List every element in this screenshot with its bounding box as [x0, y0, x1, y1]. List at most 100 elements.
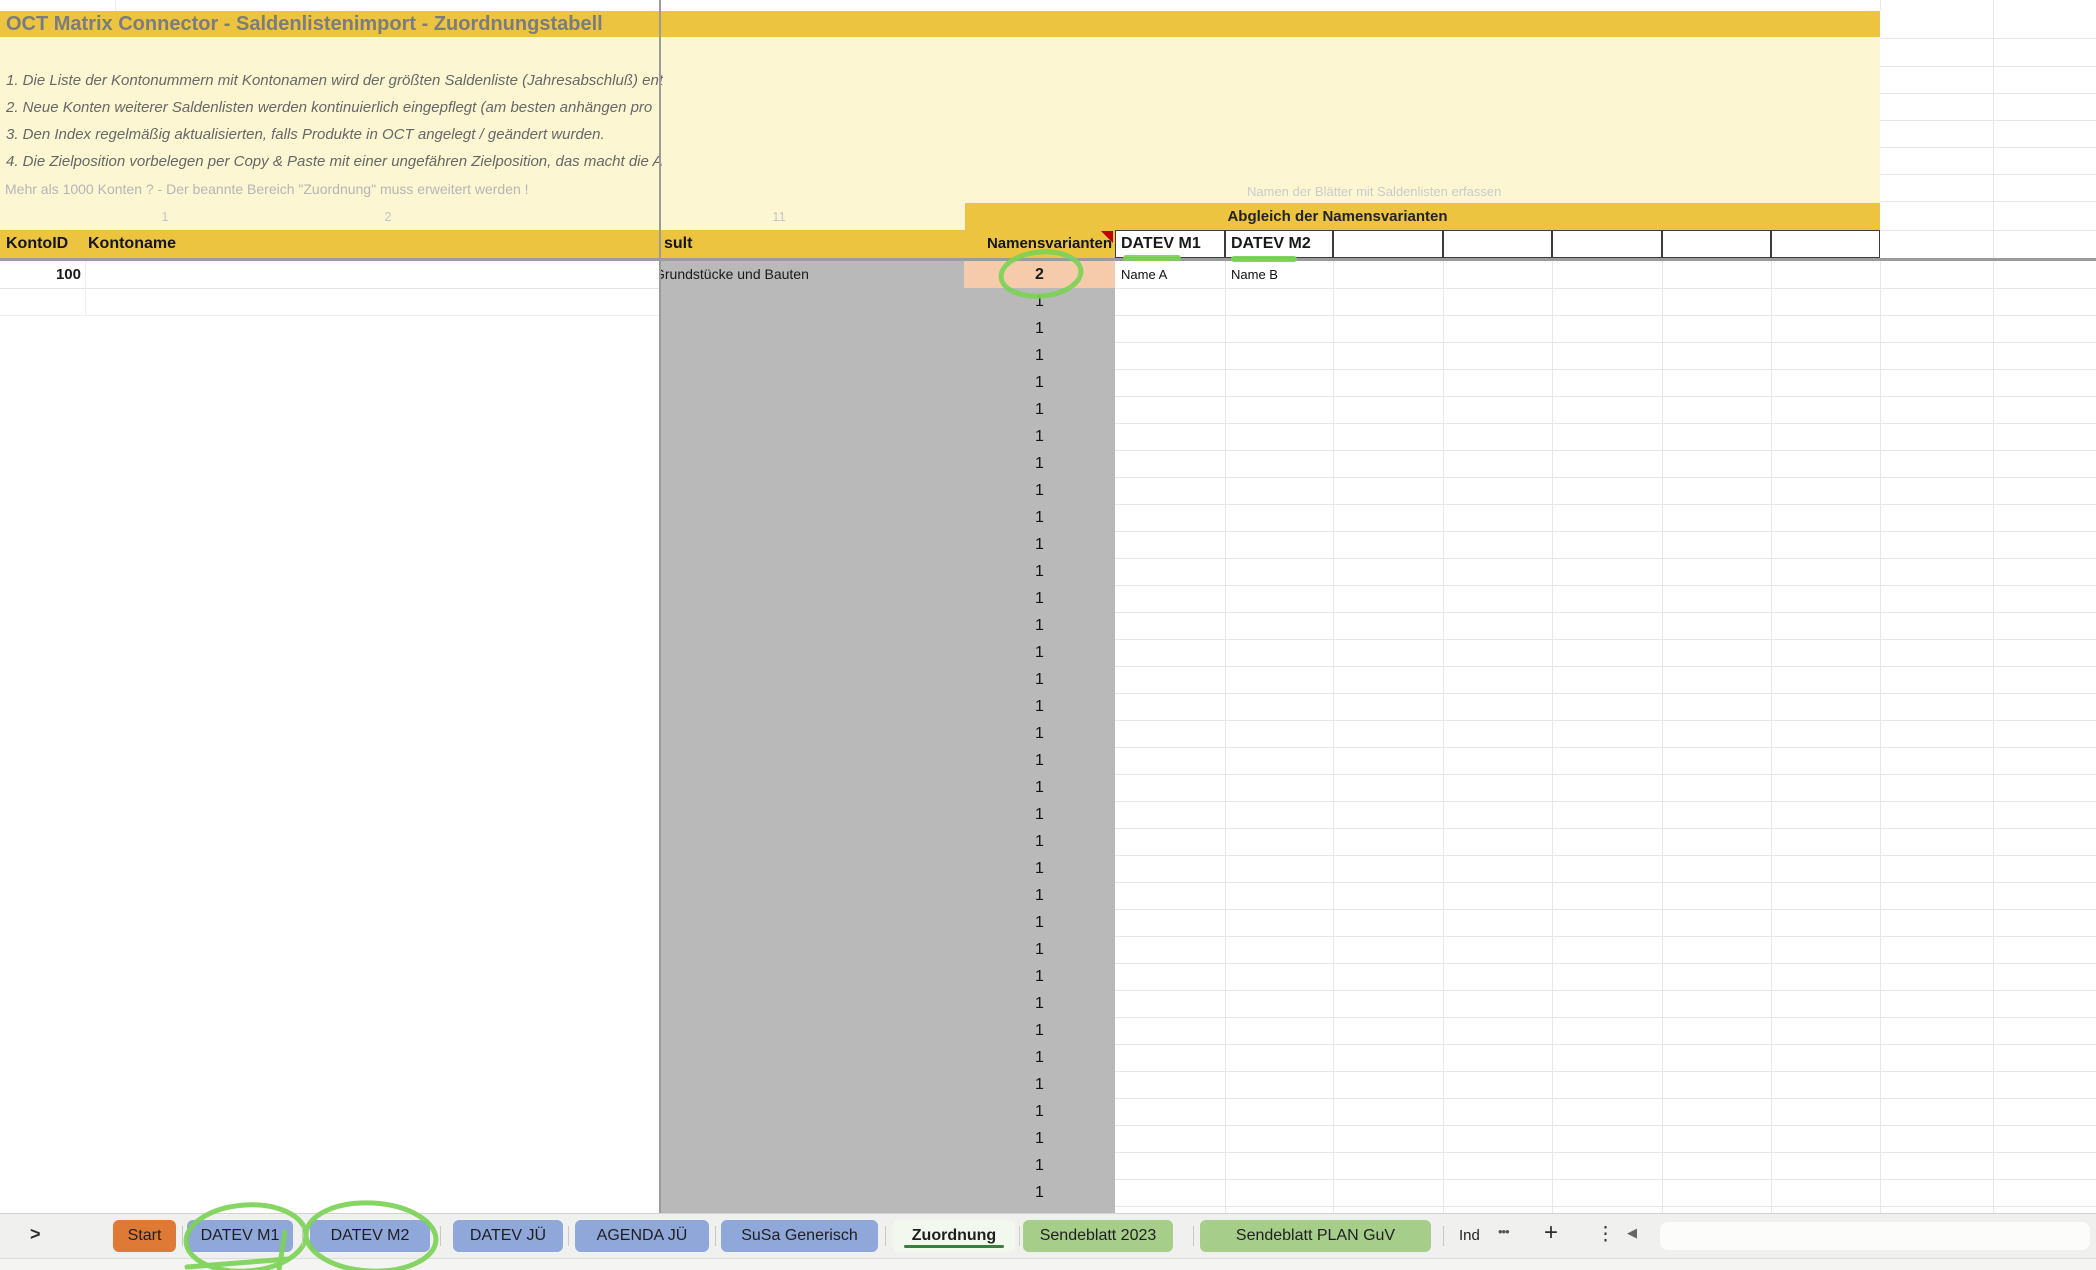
cell-result-row1[interactable]: Grundstücke und Bauten	[661, 261, 964, 288]
tab-separator	[1019, 1226, 1020, 1246]
freeze-pane-horizontal-divider[interactable]	[0, 258, 2096, 261]
cell-namensvarianten-count[interactable]: 1	[964, 1044, 1115, 1071]
cell-namensvarianten-row1[interactable]: 2	[964, 261, 1115, 288]
header-empty-cell[interactable]	[1662, 230, 1771, 258]
scroll-left-icon[interactable]: ◀	[1627, 1225, 1637, 1241]
cell-namensvarianten-count[interactable]: 1	[964, 1206, 1115, 1213]
sheet-tab-sendeblatt-plan-guv[interactable]: Sendeblatt PLAN GuV	[1200, 1220, 1431, 1252]
cell-namensvarianten-count[interactable]: 1	[964, 1071, 1115, 1098]
gridline	[1115, 801, 2096, 802]
cell-namensvarianten-count[interactable]: 1	[964, 477, 1115, 504]
cell-namensvarianten-count[interactable]: 1	[964, 342, 1115, 369]
cell-namensvarianten-count[interactable]: 1	[964, 909, 1115, 936]
cell-namensvarianten-count[interactable]: 1	[964, 423, 1115, 450]
gridline	[1880, 230, 2096, 231]
cell-namensvarianten-count[interactable]: 1	[964, 882, 1115, 909]
namensvarianten-count-column: 11111111111111111111111111111111111	[964, 288, 1115, 1213]
sheets-hint-text: Namen der Blätter mit Saldenlisten erfas…	[1247, 184, 1501, 199]
tab-separator	[568, 1226, 569, 1246]
cell-namensvarianten-count[interactable]: 1	[964, 1017, 1115, 1044]
instruction-line-1: 1. Die Liste der Kontonummern mit Konton…	[6, 71, 663, 91]
header-empty-cell[interactable]	[1333, 230, 1443, 258]
header-result-clipped[interactable]: sult	[664, 230, 692, 258]
gridline	[1115, 909, 2096, 910]
gridline	[1880, 174, 2096, 175]
tab-scroll-chevron[interactable]: >	[30, 1224, 41, 1245]
sheet-tab-start[interactable]: Start	[113, 1220, 176, 1252]
gridline	[1115, 666, 2096, 667]
tab-separator	[302, 1226, 303, 1246]
gridline	[1880, 147, 2096, 148]
gridline	[1115, 1017, 2096, 1018]
cell-namensvarianten-count[interactable]: 1	[964, 990, 1115, 1017]
header-datev-m2[interactable]: DATEV M2	[1225, 230, 1333, 258]
sheet-tab-agenda-ju[interactable]: AGENDA JÜ	[575, 1220, 709, 1252]
cell-namensvarianten-count[interactable]: 1	[964, 1179, 1115, 1206]
cell-namensvarianten-count[interactable]: 1	[964, 315, 1115, 342]
cell-datev-m2-row1[interactable]: Name B	[1231, 261, 1278, 288]
more-sheets-icon[interactable]: •••	[1498, 1224, 1509, 1239]
header-kontoname[interactable]: Kontoname	[88, 230, 176, 258]
horizontal-scrollbar-thumb[interactable]	[1660, 1222, 2090, 1250]
cell-namensvarianten-count[interactable]: 1	[964, 855, 1115, 882]
cell-namensvarianten-count[interactable]: 1	[964, 504, 1115, 531]
sheet-tab-datev-m2[interactable]: DATEV M2	[310, 1220, 430, 1252]
cell-namensvarianten-count[interactable]: 1	[964, 531, 1115, 558]
cell-namensvarianten-count[interactable]: 1	[964, 369, 1115, 396]
band-abgleich-header: Abgleich der Namensvarianten	[965, 203, 1880, 230]
header-empty-cell[interactable]	[1552, 230, 1662, 258]
tab-separator	[1443, 1226, 1444, 1246]
cell-namensvarianten-count[interactable]: 1	[964, 747, 1115, 774]
cell-namensvarianten-count[interactable]: 1	[964, 1098, 1115, 1125]
gridline	[1115, 747, 2096, 748]
gridline	[1115, 936, 2096, 937]
sheet-tab-sendeblatt-2023[interactable]: Sendeblatt 2023	[1023, 1220, 1173, 1252]
tab-separator	[1193, 1226, 1194, 1246]
header-empty-cell[interactable]	[1443, 230, 1552, 258]
instruction-line-4: 4. Die Zielposition vorbelegen per Copy …	[6, 152, 663, 172]
gridline	[1115, 855, 2096, 856]
header-namensvarianten[interactable]: Namensvarianten	[964, 230, 1112, 258]
cell-namensvarianten-count[interactable]: 1	[964, 720, 1115, 747]
cell-namensvarianten-count[interactable]: 1	[964, 585, 1115, 612]
tab-separator	[715, 1226, 716, 1246]
cell-namensvarianten-count[interactable]: 1	[964, 558, 1115, 585]
gridline	[1115, 882, 2096, 883]
sheet-tab-susa-generisch[interactable]: SuSa Generisch	[721, 1220, 878, 1252]
cell-kontoid-100[interactable]: 100	[0, 261, 81, 288]
gridline	[1880, 201, 2096, 202]
sheet-tab-zuordnung-active[interactable]: Zuordnung	[893, 1220, 1015, 1252]
instruction-line-2: 2. Neue Konten weiterer Saldenlisten wer…	[6, 98, 663, 118]
sheet-tab-datev-m1[interactable]: DATEV M1	[187, 1220, 293, 1252]
cell-namensvarianten-count[interactable]: 1	[964, 828, 1115, 855]
sheet-tab-index-clipped[interactable]: Ind	[1459, 1220, 1493, 1252]
cell-namensvarianten-count[interactable]: 1	[964, 774, 1115, 801]
gridline	[1115, 1044, 2096, 1045]
header-kontoid[interactable]: KontoID	[6, 230, 68, 258]
gridline	[1880, 120, 2096, 121]
sheet-tab-datev-ju[interactable]: DATEV JÜ	[453, 1220, 563, 1252]
gridline	[1880, 38, 2096, 39]
cell-namensvarianten-count[interactable]: 1	[964, 612, 1115, 639]
gridline	[1115, 396, 2096, 397]
cell-namensvarianten-count[interactable]: 1	[964, 1125, 1115, 1152]
cell-namensvarianten-count[interactable]: 1	[964, 288, 1115, 315]
cell-namensvarianten-count[interactable]: 1	[964, 963, 1115, 990]
cell-namensvarianten-count[interactable]: 1	[964, 801, 1115, 828]
freeze-pane-vertical-divider[interactable]	[659, 0, 661, 1213]
gridline	[1880, 0, 1881, 11]
sheet-menu-icon[interactable]: ⋮	[1596, 1223, 1615, 1246]
column-marker-1: 1	[156, 209, 174, 224]
header-empty-cell[interactable]	[1771, 230, 1880, 258]
header-datev-m1[interactable]: DATEV M1	[1115, 230, 1225, 258]
add-sheet-icon[interactable]: +	[1544, 1219, 1558, 1247]
cell-datev-m1-row1[interactable]: Name A	[1121, 261, 1167, 288]
cell-namensvarianten-count[interactable]: 1	[964, 693, 1115, 720]
cell-namensvarianten-count[interactable]: 1	[964, 639, 1115, 666]
cell-namensvarianten-count[interactable]: 1	[964, 936, 1115, 963]
cell-namensvarianten-count[interactable]: 1	[964, 666, 1115, 693]
cell-namensvarianten-count[interactable]: 1	[964, 396, 1115, 423]
gridline	[1115, 1125, 2096, 1126]
cell-namensvarianten-count[interactable]: 1	[964, 450, 1115, 477]
cell-namensvarianten-count[interactable]: 1	[964, 1152, 1115, 1179]
